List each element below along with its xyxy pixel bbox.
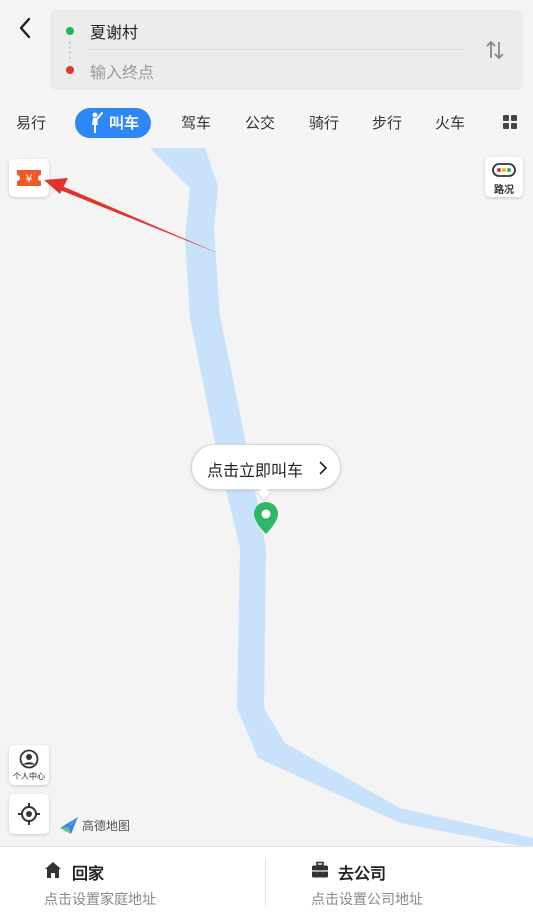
tab-walk[interactable]: 步行 xyxy=(372,106,402,140)
map-view[interactable]: ¥ 路况 点击立即叫车 个人中心 高德地图 xyxy=(0,148,533,846)
tab-taxi-label: 叫车 xyxy=(109,114,140,132)
tab-drive[interactable]: 驾车 xyxy=(181,106,211,140)
destination-input[interactable]: 输入终点 xyxy=(90,59,154,83)
swap-icon[interactable] xyxy=(483,38,507,62)
tab-train[interactable]: 火车 xyxy=(435,106,465,140)
briefcase-icon xyxy=(312,861,328,878)
route-dots xyxy=(69,40,71,62)
travel-mode-tabs: 易行 叫车 驾车 公交 骑行 步行 火车 xyxy=(0,106,533,140)
home-subtitle: 点击设置家庭地址 xyxy=(44,892,156,908)
tab-bus[interactable]: 公交 xyxy=(245,106,275,140)
field-divider xyxy=(88,49,464,50)
go-home-shortcut[interactable]: 回家 点击设置家庭地址 xyxy=(0,847,266,919)
quick-destinations: 回家 点击设置家庭地址 去公司 点击设置公司地址 xyxy=(0,846,533,919)
chevron-left-icon xyxy=(19,17,31,39)
start-dot xyxy=(66,27,74,35)
back-button[interactable] xyxy=(10,12,40,44)
tab-bike[interactable]: 骑行 xyxy=(309,106,339,140)
home-title: 回家 xyxy=(72,864,105,883)
end-dot xyxy=(66,66,74,74)
origin-field[interactable]: 夏谢村 xyxy=(90,19,138,43)
tab-easy-travel[interactable]: 易行 xyxy=(16,106,46,140)
route-card: 夏谢村 输入终点 xyxy=(50,10,523,90)
hail-person-icon xyxy=(92,112,103,133)
header: 夏谢村 输入终点 易行 叫车 驾车 公交 骑行 步行 火车 xyxy=(0,0,533,148)
grid-icon[interactable] xyxy=(503,115,517,129)
company-title: 去公司 xyxy=(338,864,387,883)
company-subtitle: 点击设置公司地址 xyxy=(311,892,423,908)
home-icon xyxy=(45,862,61,878)
go-company-shortcut[interactable]: 去公司 点击设置公司地址 xyxy=(266,847,532,919)
tab-taxi[interactable]: 叫车 xyxy=(75,108,152,138)
annotation-arrow xyxy=(44,178,220,254)
